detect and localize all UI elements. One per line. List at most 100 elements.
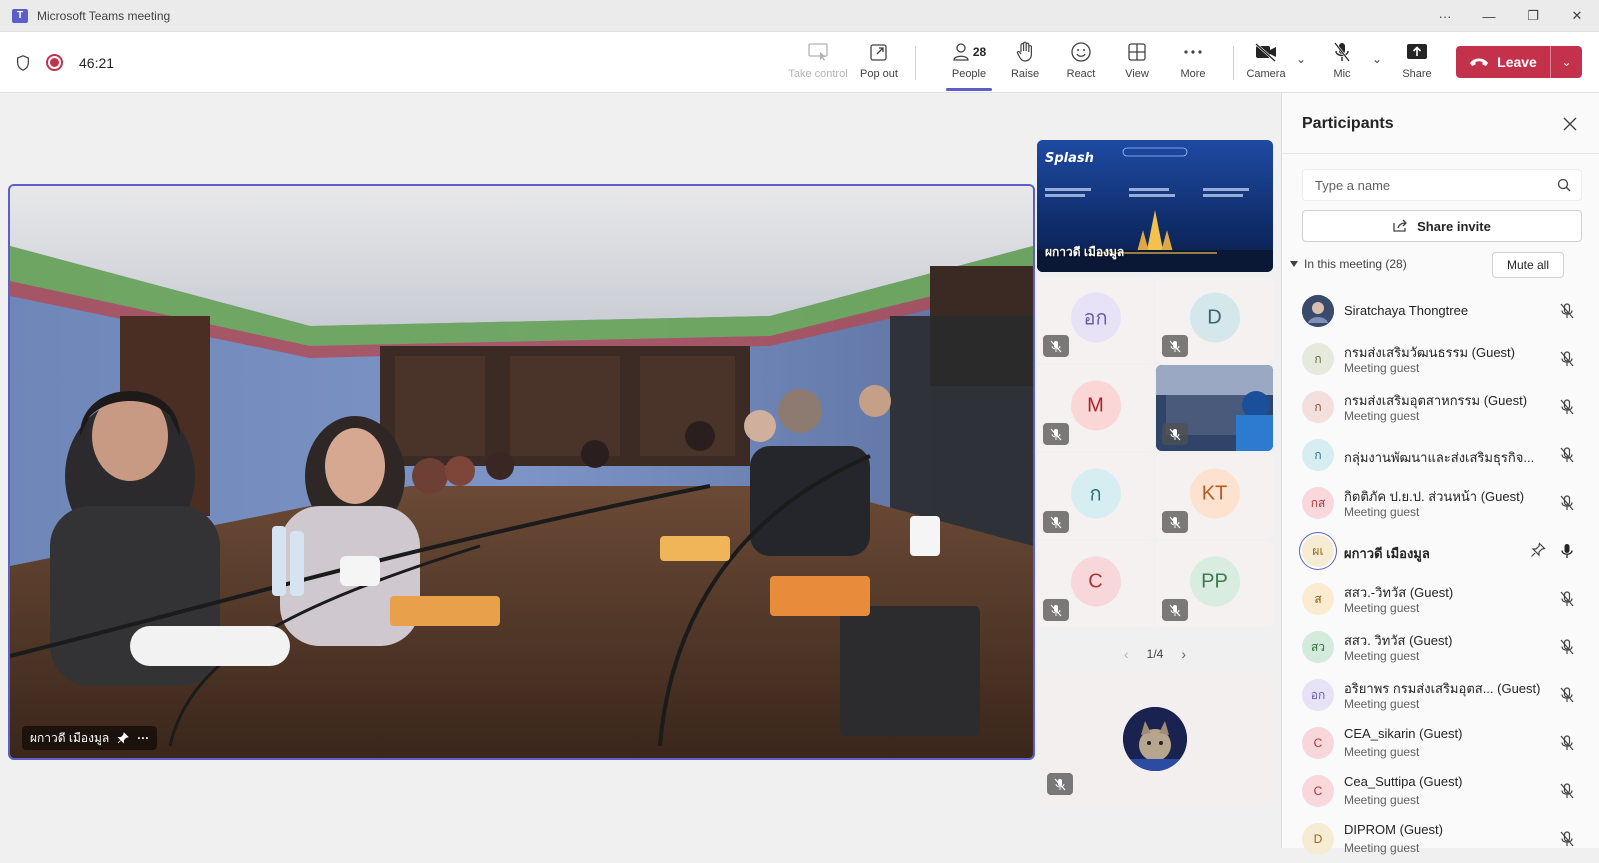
pin-icon[interactable] — [1530, 542, 1546, 558]
pin-button[interactable] — [1530, 542, 1548, 560]
mic-muted-indicator[interactable] — [1558, 446, 1576, 464]
mic-active-indicator[interactable] — [1558, 542, 1576, 560]
mic-muted-indicator[interactable] — [1558, 638, 1576, 656]
main-video-tile[interactable]: ผกาวดี เมืองมูล ··· — [8, 184, 1035, 760]
participant-row[interactable]: สว สสว. วิทวัส (Guest) Meeting guest — [1282, 623, 1599, 671]
share-invite-button[interactable]: Share invite — [1302, 210, 1582, 242]
share-invite-label: Share invite — [1417, 218, 1491, 234]
video-tile[interactable]: M — [1037, 365, 1154, 451]
participant-row[interactable]: กส กิตติภัค ป.ย.ป. ส่วนหน้า (Guest) Meetin… — [1282, 479, 1599, 527]
mic-muted-indicator[interactable] — [1558, 782, 1576, 800]
mic-muted-indicator[interactable] — [1558, 590, 1576, 608]
pin-icon[interactable] — [117, 732, 130, 744]
mic-muted-indicator[interactable] — [1558, 830, 1576, 848]
people-count: 28 — [972, 45, 987, 59]
next-page-icon[interactable]: › — [1181, 646, 1186, 662]
page-indicator: 1/4 — [1146, 647, 1164, 661]
camera-button[interactable]: Camera — [1238, 40, 1294, 86]
mic-off-icon[interactable] — [1558, 734, 1576, 752]
people-button[interactable]: 28 People — [941, 40, 997, 86]
participant-row[interactable]: C Cea_Suttipa (Guest) Meeting guest — [1282, 767, 1599, 815]
more-button[interactable]: More — [1165, 40, 1221, 86]
participant-row[interactable]: ก กลุ่มงานพัฒนาและส่งเสริมธุรกิจ... — [1282, 431, 1599, 479]
video-tile[interactable]: KT — [1156, 453, 1273, 539]
video-tile[interactable]: PP — [1156, 541, 1273, 627]
leave-button[interactable]: Leave ⌄ — [1456, 46, 1582, 78]
video-tile[interactable]: D — [1156, 277, 1273, 363]
mic-muted-indicator[interactable] — [1558, 302, 1576, 320]
participant-row[interactable]: ผเ ผกาวดี เมืองมูล — [1282, 527, 1599, 575]
mic-button[interactable]: Mic — [1314, 40, 1370, 86]
mic-off-icon[interactable] — [1558, 446, 1576, 464]
close-panel-icon[interactable] — [1559, 113, 1581, 135]
camera-options-chevron-icon[interactable]: ⌄ — [1296, 52, 1306, 66]
mic-off-icon[interactable] — [1558, 686, 1576, 704]
mute-all-button[interactable]: Mute all — [1492, 252, 1564, 278]
video-tile[interactable]: ก — [1037, 453, 1154, 539]
participant-role: Meeting guest — [1344, 601, 1420, 615]
more-options-icon[interactable]: ··· — [137, 731, 149, 745]
participant-row[interactable]: C CEA_sikarin (Guest) Meeting guest — [1282, 719, 1599, 767]
collapse-triangle-icon — [1290, 261, 1298, 267]
mic-off-icon[interactable] — [1558, 494, 1576, 512]
mic-off-icon[interactable] — [1558, 638, 1576, 656]
take-control-button[interactable]: Take control — [788, 40, 848, 86]
participant-search-input[interactable]: Type a name — [1302, 169, 1582, 201]
in-meeting-section-header[interactable]: In this meeting (28) — [1290, 257, 1407, 271]
participant-row[interactable]: ส สสว.-วิทวัส (Guest) Meeting guest — [1282, 575, 1599, 623]
participant-row[interactable]: ก กรมส่งเสริมวัฒนธรรม (Guest) Meeting gues… — [1282, 335, 1599, 383]
shared-content-tile[interactable]: Splash ผกาวดี เมืองมูล — [1037, 140, 1273, 272]
mic-muted-indicator[interactable] — [1558, 734, 1576, 752]
avatar: กส — [1302, 487, 1334, 519]
participant-role: Meeting guest — [1344, 649, 1420, 663]
mic-off-icon — [1054, 778, 1066, 790]
previous-page-icon[interactable]: ‹ — [1124, 646, 1129, 662]
mic-muted-indicator[interactable] — [1558, 398, 1576, 416]
leave-options-chevron-icon[interactable]: ⌄ — [1550, 46, 1582, 78]
mic-off-icon[interactable] — [1558, 302, 1576, 320]
participant-name: ผกาวดี เมืองมูล — [1344, 546, 1430, 561]
pop-out-button[interactable]: Pop out — [851, 40, 907, 86]
mic-muted-indicator[interactable] — [1558, 686, 1576, 704]
participant-row[interactable]: Siratchaya Thongtree — [1282, 287, 1599, 335]
mic-off-icon[interactable] — [1558, 350, 1576, 368]
avatar: อก — [1302, 679, 1334, 711]
participant-name: Siratchaya Thongtree — [1344, 303, 1469, 318]
react-button[interactable]: React — [1053, 40, 1109, 86]
search-icon[interactable] — [1557, 178, 1571, 192]
participant-row[interactable]: อก อริยาพร กรมส่งเสริมอุตส... (Guest) Meet… — [1282, 671, 1599, 719]
mic-options-chevron-icon[interactable]: ⌄ — [1372, 52, 1382, 66]
more-icon — [1184, 50, 1202, 54]
self-view-tile[interactable] — [1037, 673, 1273, 805]
close-icon[interactable]: ✕ — [1555, 0, 1599, 32]
participants-panel: Participants Type a name Share invite In… — [1281, 93, 1599, 855]
avatar: สว — [1302, 631, 1334, 663]
participant-name: DIPROM (Guest) — [1344, 822, 1443, 837]
mic-off-icon[interactable] — [1558, 830, 1576, 848]
shield-icon[interactable] — [14, 54, 32, 72]
window-title: Microsoft Teams meeting — [37, 8, 171, 23]
grid-view-icon — [1128, 43, 1146, 61]
video-tile[interactable]: C — [1037, 541, 1154, 627]
mic-muted-indicator[interactable] — [1558, 494, 1576, 512]
mic-off-icon[interactable] — [1558, 782, 1576, 800]
mic-muted-indicator[interactable] — [1558, 350, 1576, 368]
mic-on-icon[interactable] — [1558, 542, 1576, 560]
participant-row[interactable]: ก กรมส่งเสริมอุตสาหกรรม (Guest) Meeting gu… — [1282, 383, 1599, 431]
video-tile-camera[interactable] — [1156, 365, 1273, 451]
more-options-icon[interactable]: ··· — [1423, 0, 1467, 32]
raise-hand-button[interactable]: Raise — [997, 40, 1053, 86]
mic-off-icon[interactable] — [1558, 398, 1576, 416]
participant-name: CEA_sikarin (Guest) — [1344, 726, 1463, 741]
video-tile[interactable]: อก — [1037, 277, 1154, 363]
minimize-icon[interactable]: — — [1467, 0, 1511, 32]
title-bar: T Microsoft Teams meeting ··· — ❐ ✕ — [0, 0, 1599, 32]
maximize-icon[interactable]: ❐ — [1511, 0, 1555, 32]
share-button[interactable]: Share — [1389, 40, 1445, 86]
view-button[interactable]: View — [1109, 40, 1165, 86]
mic-off-icon — [1169, 428, 1181, 440]
participant-row[interactable]: D DIPROM (Guest) Meeting guest — [1282, 815, 1599, 863]
mic-off-icon[interactable] — [1558, 590, 1576, 608]
leave-main[interactable]: Leave — [1456, 54, 1550, 70]
panel-divider — [1282, 153, 1599, 154]
